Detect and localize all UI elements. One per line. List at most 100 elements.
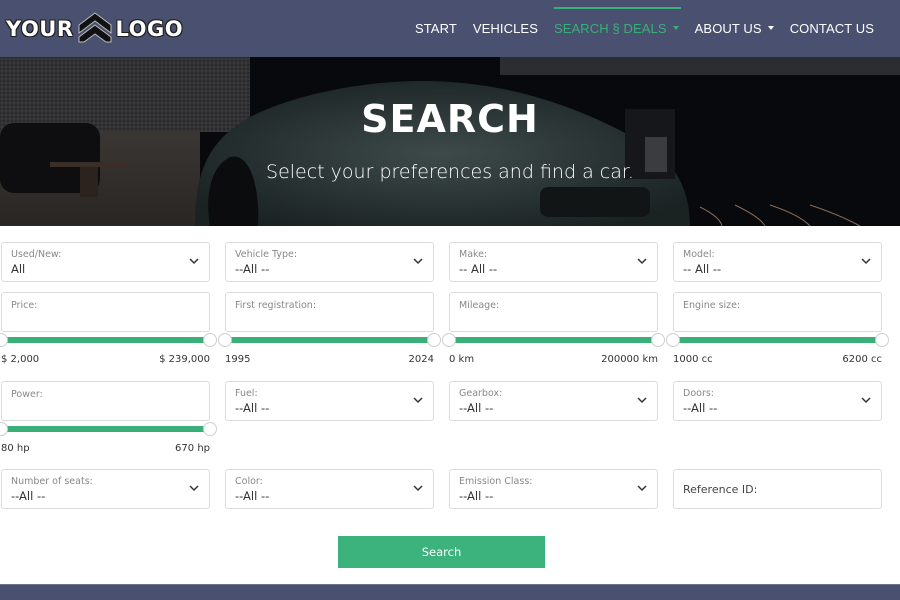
field-placeholder: Reference ID: bbox=[683, 483, 758, 496]
engine-size-min-handle[interactable] bbox=[666, 333, 680, 347]
logo[interactable]: YOUR LOGO bbox=[6, 0, 183, 57]
price-max-label: $ 239,000 bbox=[159, 354, 210, 365]
field-label: Make: bbox=[459, 249, 488, 260]
chevron-down-icon bbox=[861, 397, 871, 404]
price-range-slider[interactable] bbox=[0, 333, 217, 347]
nav-label: ABOUT US bbox=[694, 21, 762, 36]
engine-size-field[interactable]: Engine size: bbox=[673, 292, 882, 332]
emission-class-select[interactable]: Emission Class: --All -- bbox=[449, 469, 658, 509]
field-label: Gearbox: bbox=[459, 388, 503, 399]
field-value: --All -- bbox=[235, 262, 270, 276]
chevron-down-icon bbox=[189, 258, 199, 265]
caret-down-icon bbox=[672, 25, 679, 30]
chevron-down-icon bbox=[413, 485, 423, 492]
power-max-handle[interactable] bbox=[203, 422, 217, 436]
field-label: Emission Class: bbox=[459, 476, 533, 487]
field-value: All bbox=[11, 262, 26, 276]
first-registration-range-labels: 1995 2024 bbox=[225, 354, 434, 368]
nav-item-contact-us[interactable]: CONTACT US bbox=[782, 0, 882, 57]
first-registration-field[interactable]: First registration: bbox=[225, 292, 434, 332]
field-label: Used/New: bbox=[11, 249, 62, 260]
chevron-down-icon bbox=[637, 258, 647, 265]
engine-size-max-handle[interactable] bbox=[875, 333, 889, 347]
power-min-handle[interactable] bbox=[0, 422, 8, 436]
power-max-label: 670 hp bbox=[175, 443, 210, 454]
seats-select[interactable]: Number of seats: --All -- bbox=[1, 469, 210, 509]
power-range-labels: 80 hp 670 hp bbox=[1, 443, 210, 457]
nav-item-vehicles[interactable]: VEHICLES bbox=[465, 0, 546, 57]
chevron-down-icon bbox=[413, 397, 423, 404]
field-label: Power: bbox=[11, 389, 43, 400]
caret-down-icon bbox=[767, 25, 774, 30]
reference-id-input[interactable]: Reference ID: bbox=[673, 469, 882, 509]
make-select[interactable]: Make: -- All -- bbox=[449, 242, 658, 282]
mileage-max-handle[interactable] bbox=[651, 333, 665, 347]
main-nav: START VEHICLES SEARCH § DEALS ABOUT US C… bbox=[407, 0, 882, 57]
field-label: First registration: bbox=[235, 300, 317, 311]
chevron-logo-icon bbox=[78, 11, 112, 42]
field-label: Color: bbox=[235, 476, 263, 487]
nav-label: VEHICLES bbox=[472, 21, 538, 36]
logo-text-right: LOGO bbox=[115, 16, 184, 41]
price-field[interactable]: Price: bbox=[1, 292, 210, 332]
price-range-labels: $ 2,000 $ 239,000 bbox=[1, 354, 210, 368]
nav-label: START bbox=[414, 21, 457, 36]
logo-text-left: YOUR bbox=[6, 16, 74, 41]
field-value: --All -- bbox=[683, 401, 718, 415]
mileage-min-handle[interactable] bbox=[442, 333, 456, 347]
chevron-down-icon bbox=[189, 485, 199, 492]
nav-item-start[interactable]: START bbox=[407, 0, 465, 57]
field-label: Engine size: bbox=[683, 300, 741, 311]
field-value: -- All -- bbox=[683, 262, 722, 276]
price-min-handle[interactable] bbox=[0, 333, 8, 347]
field-value: --All -- bbox=[235, 401, 270, 415]
color-select[interactable]: Color: --All -- bbox=[225, 469, 434, 509]
navbar: YOUR LOGO START VEHICLES SEARCH § DEALS … bbox=[0, 0, 900, 57]
mileage-min-label: 0 km bbox=[449, 354, 475, 365]
used-new-select[interactable]: Used/New: All bbox=[1, 242, 210, 282]
engine-size-range-slider[interactable] bbox=[666, 333, 889, 347]
power-min-label: 80 hp bbox=[1, 443, 30, 454]
page-subtitle: Select your preferences and find a car. bbox=[266, 161, 634, 183]
power-range-slider[interactable] bbox=[0, 422, 217, 436]
first-registration-min-label: 1995 bbox=[225, 354, 251, 365]
nav-item-search-deals[interactable]: SEARCH § DEALS bbox=[546, 0, 687, 57]
field-label: Mileage: bbox=[459, 300, 500, 311]
nav-label: CONTACT US bbox=[789, 21, 874, 36]
field-label: Vehicle Type: bbox=[235, 249, 298, 260]
chevron-down-icon bbox=[413, 258, 423, 265]
chevron-down-icon bbox=[637, 397, 647, 404]
field-label: Doors: bbox=[683, 388, 714, 399]
power-field[interactable]: Power: bbox=[1, 381, 210, 421]
field-label: Model: bbox=[683, 249, 715, 260]
field-label: Fuel: bbox=[235, 388, 258, 399]
hero-banner: SEARCH Select your preferences and find … bbox=[0, 57, 900, 226]
footer bbox=[0, 584, 900, 600]
field-value: --All -- bbox=[459, 401, 494, 415]
field-label: Number of seats: bbox=[11, 476, 93, 487]
page-title: SEARCH bbox=[361, 97, 539, 141]
mileage-range-labels: 0 km 200000 km bbox=[449, 354, 658, 368]
chevron-down-icon bbox=[861, 258, 871, 265]
gearbox-select[interactable]: Gearbox: --All -- bbox=[449, 381, 658, 421]
field-value: --All -- bbox=[11, 489, 46, 503]
model-select[interactable]: Model: -- All -- bbox=[673, 242, 882, 282]
price-max-handle[interactable] bbox=[203, 333, 217, 347]
engine-size-range-labels: 1000 cc 6200 cc bbox=[673, 354, 882, 368]
engine-size-min-label: 1000 cc bbox=[673, 354, 713, 365]
mileage-field[interactable]: Mileage: bbox=[449, 292, 658, 332]
doors-select[interactable]: Doors: --All -- bbox=[673, 381, 882, 421]
first-registration-range-slider[interactable] bbox=[218, 333, 441, 347]
mileage-max-label: 200000 km bbox=[601, 354, 658, 365]
price-min-label: $ 2,000 bbox=[1, 354, 40, 365]
first-registration-min-handle[interactable] bbox=[218, 333, 232, 347]
first-registration-max-handle[interactable] bbox=[427, 333, 441, 347]
field-value: --All -- bbox=[235, 489, 270, 503]
hero-car-image bbox=[0, 57, 900, 226]
search-button[interactable]: Search bbox=[338, 536, 545, 568]
mileage-range-slider[interactable] bbox=[442, 333, 665, 347]
vehicle-type-select[interactable]: Vehicle Type: --All -- bbox=[225, 242, 434, 282]
fuel-select[interactable]: Fuel: --All -- bbox=[225, 381, 434, 421]
field-value: --All -- bbox=[459, 489, 494, 503]
nav-item-about-us[interactable]: ABOUT US bbox=[687, 0, 782, 57]
